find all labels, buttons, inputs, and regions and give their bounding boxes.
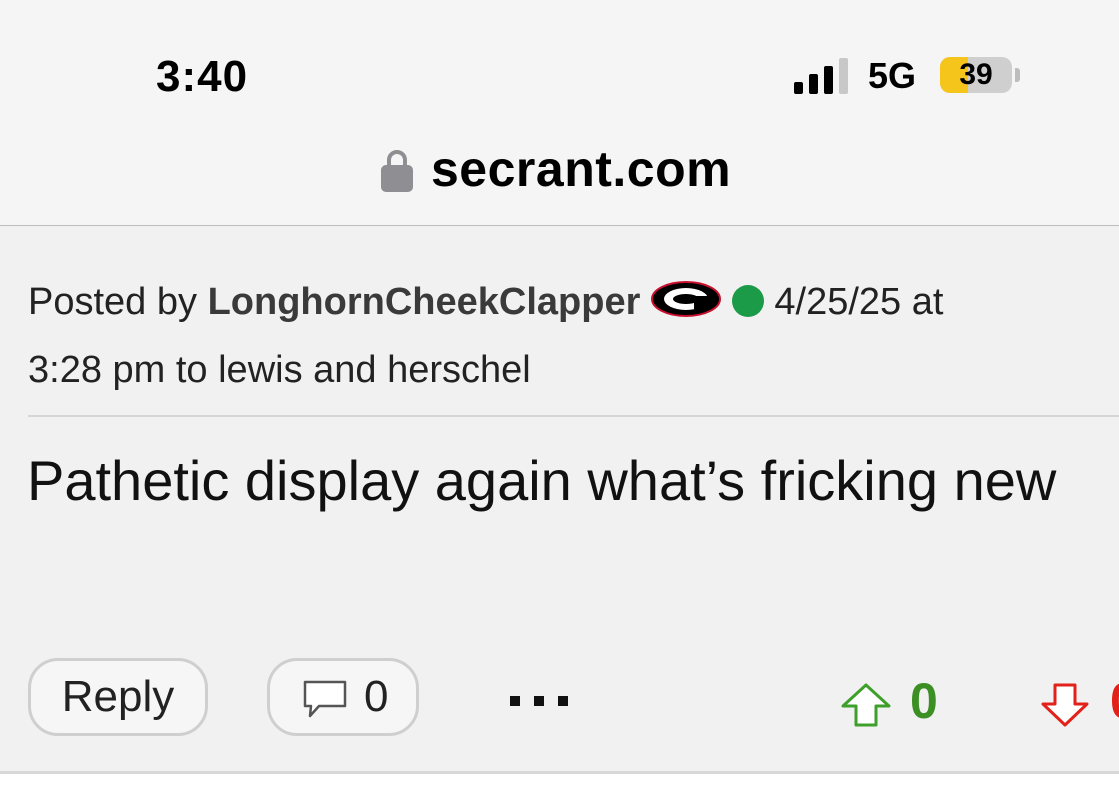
posted-by-label: Posted by (28, 281, 197, 323)
status-bar: 3:40 5G 39 (0, 0, 1119, 120)
online-status-indicator (732, 285, 765, 317)
battery-level: 39 (959, 58, 993, 91)
upvote-arrow-icon[interactable] (840, 682, 892, 728)
ellipsis-dot (558, 696, 568, 706)
battery-cap (1015, 68, 1020, 82)
post-meta: Posted by LonghornCheekClapper 4/25/25 a… (28, 268, 1108, 336)
network-type: 5G (868, 55, 917, 96)
author-link[interactable]: LonghornCheekClapper (208, 281, 641, 323)
downvote-count: 0 (1110, 672, 1119, 730)
address-bar[interactable]: secrant.com (0, 120, 1119, 226)
page-background-below (0, 774, 1119, 800)
reply-button[interactable]: Reply (28, 658, 208, 736)
upvote-count: 0 (910, 673, 938, 729)
comment-count: 0 (364, 672, 389, 721)
post-date: 4/25/25 at (774, 281, 944, 323)
divider (28, 415, 1119, 417)
lock-icon (381, 150, 413, 192)
ellipsis-dot (534, 696, 544, 706)
georgia-g-logo-icon (651, 281, 722, 317)
post-time-and-topic: 3:28 pm to lewis and herschel (28, 349, 531, 391)
ellipsis-dot (510, 696, 520, 706)
comment-bubble-icon (303, 680, 347, 718)
post-body: Pathetic display again what’s fricking n… (27, 449, 1057, 512)
post: Posted by LonghornCheekClapper 4/25/25 a… (0, 226, 1119, 800)
battery-icon: 39 (940, 57, 1012, 93)
cellular-signal-icon (794, 58, 848, 94)
comments-button[interactable]: 0 (267, 658, 419, 736)
url-text[interactable]: secrant.com (431, 140, 731, 198)
downvote-arrow-icon[interactable] (1040, 682, 1090, 728)
status-time: 3:40 (156, 52, 249, 101)
more-options-button[interactable] (500, 678, 580, 718)
